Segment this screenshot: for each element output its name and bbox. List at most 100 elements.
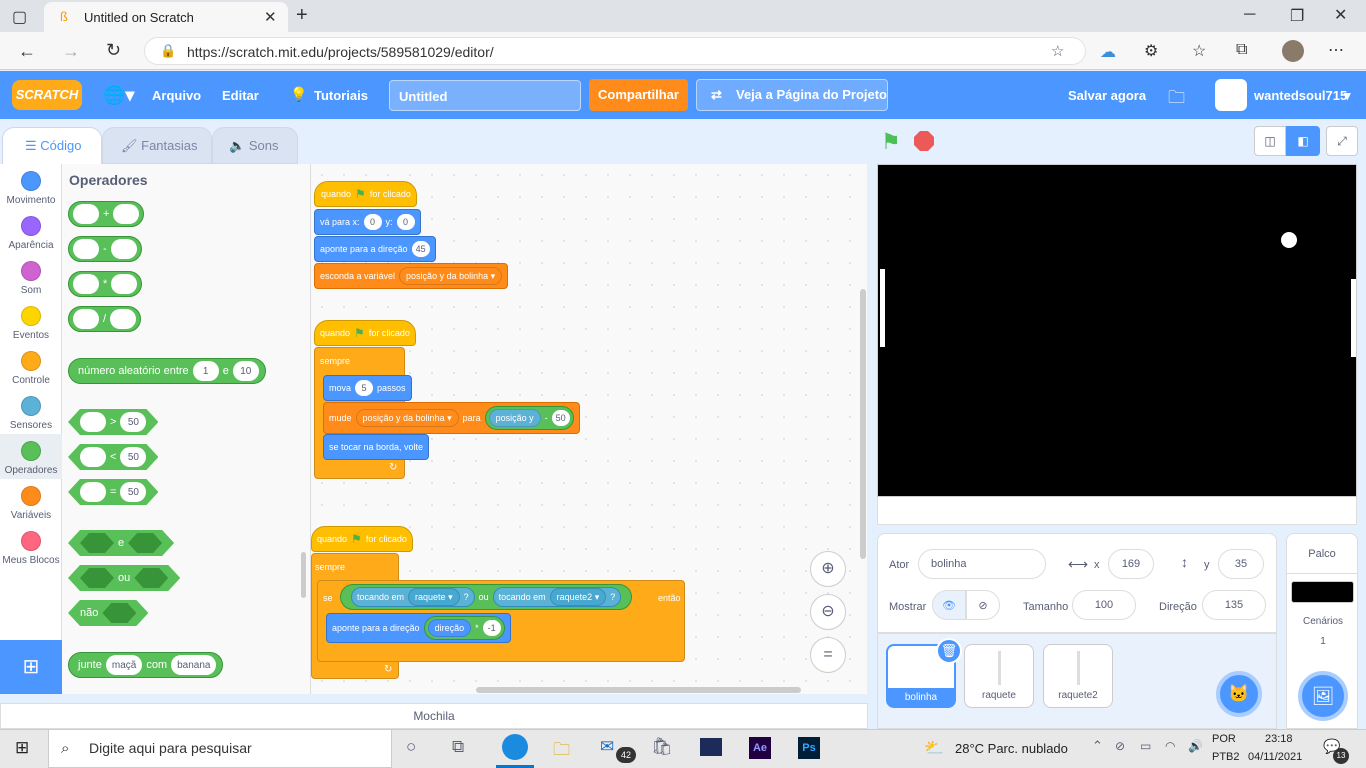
small-stage-icon[interactable]: ◫ [1254, 126, 1286, 156]
horizontal-scrollbar[interactable] [476, 687, 801, 693]
reload-icon[interactable]: ↻ [106, 40, 121, 61]
random-block[interactable]: número aleatório entre 1 e 10 [68, 358, 266, 384]
wifi-icon[interactable]: ◠ [1165, 739, 1175, 753]
my-stuff-folder-icon[interactable]: 🗀 [1168, 85, 1185, 114]
change-variable-block[interactable]: mude posição y da bolinha ▾ para posição y-… [323, 402, 580, 434]
close-window-icon[interactable]: ✕ [1334, 5, 1347, 25]
zoom-out-icon[interactable]: ⊖ [810, 594, 846, 630]
equals-block[interactable]: = 50 [68, 479, 158, 505]
x-input[interactable]: 0 [363, 214, 382, 230]
variable-dropdown[interactable]: posição y da bolinha ▾ [399, 267, 503, 285]
touching-raquete2-block[interactable]: tocando em raquete2 ▾? [492, 587, 622, 607]
fullscreen-icon[interactable]: ⤢ [1326, 126, 1358, 156]
vertical-scrollbar[interactable] [860, 289, 866, 559]
file-explorer-icon[interactable]: 🗀 [553, 737, 570, 766]
large-stage-icon[interactable]: ◧ [1286, 126, 1320, 156]
user-avatar[interactable] [1215, 79, 1247, 111]
volume-icon[interactable]: 🔊 [1188, 739, 1203, 753]
stage-canvas[interactable] [877, 164, 1357, 497]
edge-icon[interactable] [502, 734, 528, 760]
minimize-icon[interactable]: ─ [1244, 6, 1255, 24]
category-looks[interactable]: Aparência [0, 216, 62, 251]
more-options-icon[interactable]: ⋯ [1328, 40, 1344, 60]
forward-icon[interactable]: → [62, 41, 80, 62]
sensing-reporter[interactable]: posição y [488, 409, 541, 427]
mail-icon[interactable]: ✉ [600, 737, 614, 757]
category-sound[interactable]: Som [0, 261, 62, 296]
collections-icon[interactable]: ⧉ [1236, 41, 1247, 59]
or-block[interactable]: ou [68, 565, 180, 591]
choose-backdrop-icon[interactable]: 🖼 [1298, 671, 1348, 721]
y-input[interactable]: 0 [396, 214, 415, 230]
category-my-blocks[interactable]: Meus Blocos [0, 531, 62, 566]
move-steps-block[interactable]: mova 5 passos [323, 375, 412, 401]
hide-variable-block[interactable]: esconda a variável posição y da bolinha ▾ [314, 263, 509, 289]
after-effects-icon[interactable]: Ae [749, 737, 771, 759]
category-motion[interactable]: Movimento [0, 171, 62, 206]
sprite-name-input[interactable]: bolinha [918, 549, 1046, 579]
profile-avatar[interactable] [1282, 40, 1304, 62]
category-variables[interactable]: Variáveis [0, 486, 62, 521]
favorite-add-icon[interactable]: ☆ [1051, 42, 1064, 60]
sprite-thumb-bolinha[interactable]: bolinha 🗑 [886, 638, 962, 708]
sprite-x-input[interactable]: 169 [1108, 549, 1154, 579]
clock-date[interactable]: 04/11/2021 [1248, 751, 1302, 763]
edit-menu[interactable]: Editar [222, 88, 259, 103]
add-block[interactable]: + [68, 201, 145, 227]
tab-costumes[interactable]: 🖌 Fantasias [102, 127, 212, 164]
language-globe-icon[interactable]: 🌐▾ [103, 85, 134, 106]
ball-sprite[interactable] [1281, 232, 1297, 248]
object-dropdown[interactable]: raquete ▾ [408, 588, 460, 606]
zoom-reset-icon[interactable]: = [810, 637, 846, 673]
not-block[interactable]: não [68, 600, 148, 626]
random-to-input[interactable]: 10 [232, 361, 259, 381]
paddle-right-sprite[interactable] [1351, 279, 1356, 357]
object-dropdown[interactable]: raquete2 ▾ [549, 588, 607, 606]
subtract-reporter[interactable]: posição y -50 [484, 406, 574, 430]
compare-input[interactable]: 50 [120, 482, 146, 502]
sprite-size-input[interactable]: 100 [1072, 590, 1136, 620]
and-block[interactable]: e [68, 530, 174, 556]
category-sensing[interactable]: Sensores [0, 396, 62, 431]
stage-selector[interactable]: Palco Cenários 1 🖼 [1286, 533, 1358, 729]
category-operators[interactable]: Operadores [0, 434, 62, 479]
browser-tab[interactable]: ß Untitled on Scratch ✕ [44, 2, 288, 32]
value-input[interactable]: -1 [482, 620, 501, 636]
tab-code[interactable]: ☰ Código [2, 127, 102, 164]
choose-sprite-icon[interactable]: 🐱 [1216, 671, 1262, 717]
tray-app-icon[interactable]: ⊘ [1115, 739, 1125, 753]
favorites-icon[interactable]: ☆ [1192, 41, 1206, 61]
see-project-page-button[interactable]: ⇄ Veja a Página do Projeto [696, 79, 888, 111]
back-icon[interactable]: ← [18, 41, 36, 62]
hide-eye-icon[interactable]: ⊘ [966, 590, 1000, 620]
scripts-area[interactable]: quando ⚑ for clicado vá para x: 0 y: 0 aponte… [311, 164, 867, 694]
file-menu[interactable]: Arquivo [152, 88, 201, 103]
sprite-direction-input[interactable]: 135 [1202, 590, 1266, 620]
sprite-thumb-raquete2[interactable]: raquete2 [1043, 644, 1113, 708]
bounce-on-edge-block[interactable]: se tocar na borda, volte [323, 434, 430, 460]
when-flag-clicked-block[interactable]: quando ⚑ for clicado [314, 320, 416, 346]
backpack[interactable]: Mochila [0, 703, 868, 729]
go-to-xy-block[interactable]: vá para x: 0 y: 0 [314, 209, 421, 235]
language-top[interactable]: POR [1212, 733, 1236, 745]
extensions-icon[interactable]: ⚙ [1144, 41, 1158, 61]
show-eye-icon[interactable]: 👁 [932, 590, 966, 620]
remote-desktop-icon[interactable] [700, 738, 722, 756]
add-extension-button[interactable]: ⊞ [0, 640, 62, 694]
zoom-in-icon[interactable]: ⊕ [810, 551, 846, 587]
point-in-direction-block[interactable]: aponte para a direção 45 [314, 236, 436, 262]
windows-start-icon[interactable]: ⊞ [15, 738, 29, 758]
photoshop-icon[interactable]: Ps [798, 737, 820, 759]
subtract-block[interactable]: - [68, 236, 142, 262]
task-view-icon[interactable]: ⧉ [452, 737, 464, 757]
username[interactable]: wantedsoul715 [1254, 88, 1347, 103]
join-input-a[interactable]: maçã [105, 655, 143, 675]
sprite-y-input[interactable]: 35 [1218, 549, 1264, 579]
language-bottom[interactable]: PTB2 [1212, 751, 1240, 763]
user-dropdown-icon[interactable]: ▾ [1344, 88, 1351, 104]
greater-than-block[interactable]: >50 [68, 409, 158, 435]
direction-input[interactable]: 45 [411, 241, 430, 257]
trash-icon[interactable]: 🗑 [936, 638, 962, 664]
value-input[interactable]: 50 [551, 410, 570, 426]
touching-raquete-block[interactable]: tocando em raquete ▾? [351, 587, 475, 607]
